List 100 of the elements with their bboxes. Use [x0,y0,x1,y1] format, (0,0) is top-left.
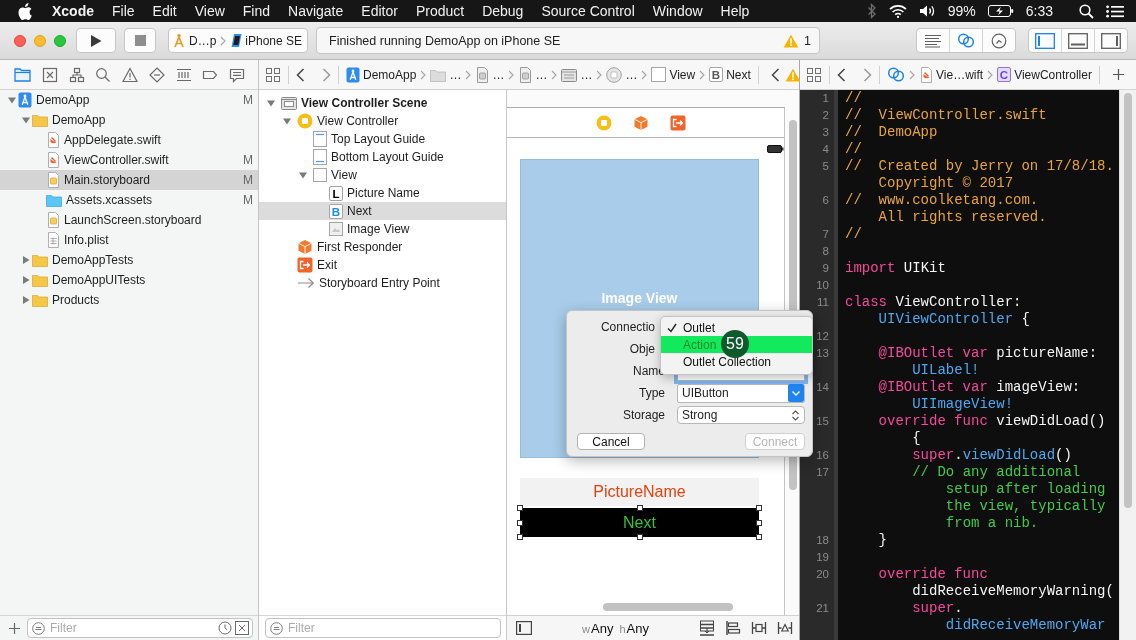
bluetooth-icon[interactable] [866,3,877,19]
menu-item[interactable]: Debug [473,3,533,19]
boxed-cross-icon[interactable] [41,66,58,83]
menu-item[interactable]: Edit [143,3,186,19]
outline-item[interactable]: View [259,166,506,184]
size-class[interactable]: hAny [619,620,649,636]
navigator-row[interactable]: DemoApp M [0,90,258,110]
plus-icon[interactable] [8,621,21,635]
canvas-button[interactable]: Next [520,508,759,537]
outline-item[interactable]: B Next [259,202,506,220]
speaker-icon[interactable] [918,4,936,18]
menu-item[interactable]: Product [406,3,474,19]
navigator-row[interactable]: DemoApp [0,110,258,130]
storage-popup[interactable]: Strong [677,406,805,424]
resize-handle[interactable] [756,534,762,540]
align-icon[interactable] [725,620,741,636]
clock-icon[interactable] [218,621,232,635]
outline-item[interactable]: Image View [259,220,506,238]
disclosure-triangle-icon[interactable] [267,99,275,107]
app-menu[interactable]: Xcode [43,3,103,19]
menu-item[interactable]: Find [233,3,280,19]
scheme-button[interactable]: D…p [172,33,217,48]
outline-item[interactable]: First Responder [259,238,506,256]
boxed-cross-icon[interactable] [235,621,249,635]
disclosure-triangle-icon[interactable] [22,256,30,264]
wifi-icon[interactable] [888,4,907,18]
resize-handle[interactable] [636,505,643,511]
disclosure-triangle-icon[interactable] [8,96,16,104]
breadcrumb[interactable]: Vie…wift [919,66,984,83]
breadcrumb[interactable]: C ViewController [997,67,1092,82]
sidebar-toggle-icon[interactable] [516,621,532,635]
filter-field[interactable]: Filter [265,618,501,638]
bracketed-square-icon[interactable] [751,620,767,636]
menu-item[interactable]: Help [711,3,759,19]
breadcrumb[interactable]: … [518,66,548,83]
menu-item[interactable]: View [185,3,234,19]
clock[interactable]: 6:33 [1025,3,1053,19]
grid-icon[interactable] [265,66,281,83]
menu-item[interactable]: File [103,3,144,19]
disclosure-triangle-icon[interactable] [299,171,307,179]
breadcrumb[interactable]: … [475,66,505,83]
search-icon[interactable] [1079,3,1094,19]
navigator-row[interactable]: Info.plist [0,230,258,250]
hierarchy-icon[interactable] [68,66,85,83]
breadcrumb[interactable]: … [606,66,638,83]
folder-icon[interactable] [14,67,31,82]
dialog-button[interactable]: Cancel [577,433,645,450]
canvas-label[interactable]: PictureName [520,478,759,506]
resize-handle[interactable] [756,519,762,526]
speech-bubble-icon[interactable] [229,66,245,83]
breadcrumb[interactable]: … [561,67,593,82]
horizontal-scrollbar[interactable] [603,603,733,611]
diamond-icon[interactable] [148,66,165,83]
navigator-row[interactable]: DemoAppUITests [0,270,258,290]
navigator-row[interactable]: Products [0,290,258,310]
menu-item[interactable]: Source Control [532,3,644,19]
apple-icon[interactable] [18,2,32,20]
resize-handle[interactable] [517,505,523,511]
close-button[interactable] [14,34,26,47]
chevron-left-icon[interactable] [770,67,780,82]
navigator-row[interactable]: DemoAppTests [0,250,258,270]
menu-item[interactable]: Window [643,3,712,19]
list-icon[interactable] [1106,4,1124,18]
destination-button[interactable]: iPhone SE [230,33,303,48]
filter-field[interactable]: Filter [27,618,253,638]
resize-handle[interactable] [636,534,643,540]
filter-input[interactable]: Filter [48,621,215,635]
resize-handle[interactable] [517,519,523,526]
outline-item[interactable]: Bottom Layout Guide [259,148,506,166]
linked-circles-icon[interactable] [887,67,905,82]
run-button[interactable] [76,28,116,53]
breadcrumb[interactable]: DemoApp [346,66,417,83]
resize-handle[interactable] [756,505,762,511]
warning-icon[interactable] [122,66,138,83]
bracketed-triangle-icon[interactable] [777,620,793,636]
cube-icon[interactable] [632,114,649,131]
navigator-row[interactable]: Main.storyboard M [0,170,258,190]
navigator-row[interactable]: LaunchScreen.storyboard [0,210,258,230]
type-combo-box[interactable]: UIButton [677,383,805,403]
plus-icon[interactable] [1111,68,1125,81]
size-class[interactable]: wAny [582,620,614,636]
outline-item[interactable]: Storyboard Entry Point [259,274,506,292]
disclosure-triangle-icon[interactable] [22,116,30,124]
disclosure-triangle-icon[interactable] [22,276,30,284]
disclosure-triangle-icon[interactable] [283,117,291,125]
chevron-left-icon[interactable] [296,67,305,82]
grid-icon[interactable] [806,66,822,83]
outline-item[interactable]: Exit [259,256,506,274]
outline-item[interactable]: L Picture Name [259,184,506,202]
outline-item[interactable]: Top Layout Guide [259,130,506,148]
menu-item[interactable]: Navigate [279,3,353,19]
chevron-left-icon[interactable] [837,67,846,82]
outline-item[interactable]: View Controller [259,112,506,130]
battery-icon[interactable] [987,5,1014,17]
breadcrumb[interactable]: View [651,67,696,82]
scrollbar-thumb[interactable] [1124,93,1132,508]
disclosure-triangle-icon[interactable] [22,296,30,304]
navigator-row[interactable]: ViewController.swift M [0,150,258,170]
outline-item[interactable]: View Controller Scene [259,94,506,112]
menu-item[interactable]: Editor [352,3,407,19]
